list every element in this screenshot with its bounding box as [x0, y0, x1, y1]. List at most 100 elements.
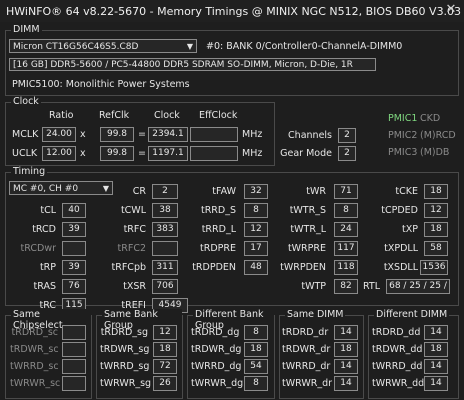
sub-timing-value: [62, 325, 86, 340]
timing-label: tRFCpb: [111, 262, 146, 273]
sub-timing-value: 18: [424, 342, 448, 357]
sub-timing-label: tRDWR_sc: [10, 344, 59, 355]
clock-header: Clock: [154, 110, 180, 121]
timing-value: 12: [424, 203, 448, 218]
timing-value: 117: [334, 241, 358, 256]
gearmode-label: Gear Mode: [280, 148, 332, 159]
timing-label: tRCDwr: [20, 243, 56, 254]
timing-label: tRDPDEN: [192, 262, 236, 273]
timing-value: 118: [334, 260, 358, 275]
sub-timing-label: tWRRD_dr: [282, 361, 331, 372]
sub-timing-value: 26: [153, 376, 177, 391]
timing-label: tRCD: [32, 224, 56, 235]
timing-label: tWTR_S: [289, 205, 326, 216]
sub-timing-value: 18: [244, 342, 268, 357]
sub-timing-value: [62, 359, 86, 374]
mc-select[interactable]: MC #0, CH #0 ▼: [9, 181, 113, 195]
mclk-refclk: 99.8: [100, 127, 134, 142]
ratio-header: Ratio: [49, 110, 74, 121]
timing-value: 18: [424, 222, 448, 237]
timing-value: 311: [152, 260, 178, 275]
uclk-times: x: [80, 148, 86, 159]
sub-timing-label: tWRRD_sg: [100, 361, 150, 372]
timing-group-title: Timing: [11, 166, 48, 177]
uclk-equals: =: [138, 148, 146, 159]
timing-label: tCWL: [120, 205, 146, 216]
mclk-unit: MHz: [242, 129, 263, 140]
pmic3-state: (M)DB: [420, 147, 450, 158]
timing-label: tXPDLL: [384, 243, 418, 254]
sub-timing-label: tRDWR_sg: [100, 344, 150, 355]
timing-label: tRRD_S: [200, 205, 236, 216]
timing-label: tFAW: [212, 186, 236, 197]
sub-timing-label: tWRWR_sg: [100, 378, 152, 389]
timing-value: 8: [244, 203, 268, 218]
sub-timing-label: tRDWR_dd: [372, 344, 423, 355]
sub-timing-label: tRDRD_sg: [100, 327, 148, 338]
sub-timing-value: 18: [334, 342, 358, 357]
timing-value: 383: [152, 222, 178, 237]
effclock-header: EffClock: [199, 110, 238, 121]
close-icon[interactable]: ✕: [444, 3, 458, 17]
sub-timing-value: 14: [424, 359, 448, 374]
timing-value: 38: [152, 203, 178, 218]
mclk-clock: 2394.1: [148, 127, 188, 142]
channels-value: 2: [338, 128, 356, 143]
timing-label: tCPDED: [381, 205, 418, 216]
timing-value: 39: [62, 222, 86, 237]
timing-label: tWRPRE: [287, 243, 326, 254]
module-select[interactable]: Micron CT16G56C46S5.C8D ▼: [9, 39, 197, 53]
sub-timing-value: 14: [334, 359, 358, 374]
timing-value: 39: [62, 260, 86, 275]
uclk-refclk: 99.8: [100, 146, 134, 161]
rtl-value: 68 / 25 / 25 / 25: [386, 279, 450, 294]
sub-timing-value: 8: [244, 325, 268, 340]
timing-value: 17: [244, 241, 268, 256]
chevron-down-icon: ▼: [186, 42, 193, 51]
window-title: HWiNFO® 64 v8.22-5670 - Memory Timings @…: [6, 5, 462, 18]
pmic-label: PMIC5100: Monolithic Power Systems: [12, 79, 190, 90]
pmic1-state: CKD: [420, 113, 441, 124]
mc-select-value: MC #0, CH #0: [13, 184, 79, 194]
subgroup-title: Same DIMM: [285, 309, 346, 320]
timing-label: tRFC: [123, 224, 146, 235]
timing-value: 40: [62, 203, 86, 218]
clock-group-title: Clock: [11, 96, 41, 107]
timing-label: tXP: [402, 224, 418, 235]
mclk-label: MCLK: [12, 129, 39, 140]
timing-label: tCKE: [395, 186, 418, 197]
sub-timing-label: tWRWR_dd: [372, 378, 425, 389]
timing-value: 2: [152, 184, 178, 199]
sub-timing-label: tWRRD_sc: [10, 361, 59, 372]
timing-label: tCL: [40, 205, 56, 216]
sub-timing-value: 14: [334, 325, 358, 340]
pmic3-name: PMIC3: [388, 147, 418, 158]
timing-value: 706: [152, 279, 178, 294]
mclk-effclock: [190, 127, 238, 142]
timing-value: 82: [334, 279, 358, 294]
uclk-clock: 1197.1: [148, 146, 188, 161]
timing-value: 12: [244, 222, 268, 237]
timing-label: tXSR: [123, 281, 146, 292]
timing-value: 8: [334, 203, 358, 218]
timing-label: tRAS: [33, 281, 56, 292]
sub-timing-label: tRDWR_dg: [191, 344, 242, 355]
rtl-label: RTL: [362, 281, 380, 292]
pmic2-state: (M)RCD: [420, 130, 456, 141]
timing-label: tRRD_L: [201, 224, 236, 235]
uclk-ratio: 12.00: [42, 146, 76, 161]
timing-value: 76: [62, 279, 86, 294]
dimm-description: [16 GB] DDR5-5600 / PC5-44800 DDR5 SDRAM…: [9, 58, 376, 71]
timing-value: 58: [424, 241, 448, 256]
mclk-equals: =: [138, 129, 146, 140]
timing-label: tWR: [306, 186, 326, 197]
sub-timing-label: tWRRD_dg: [191, 361, 242, 372]
timing-value: 1536: [420, 260, 448, 275]
sub-timing-value: 8: [244, 376, 268, 391]
sub-timing-value: 72: [153, 359, 177, 374]
timing-label: tWRPDEN: [280, 262, 326, 273]
sub-timing-label: tWRWR_dr: [282, 378, 333, 389]
gearmode-value: 2: [338, 146, 356, 161]
sub-timing-value: 14: [424, 325, 448, 340]
timing-label: tRP: [39, 262, 56, 273]
